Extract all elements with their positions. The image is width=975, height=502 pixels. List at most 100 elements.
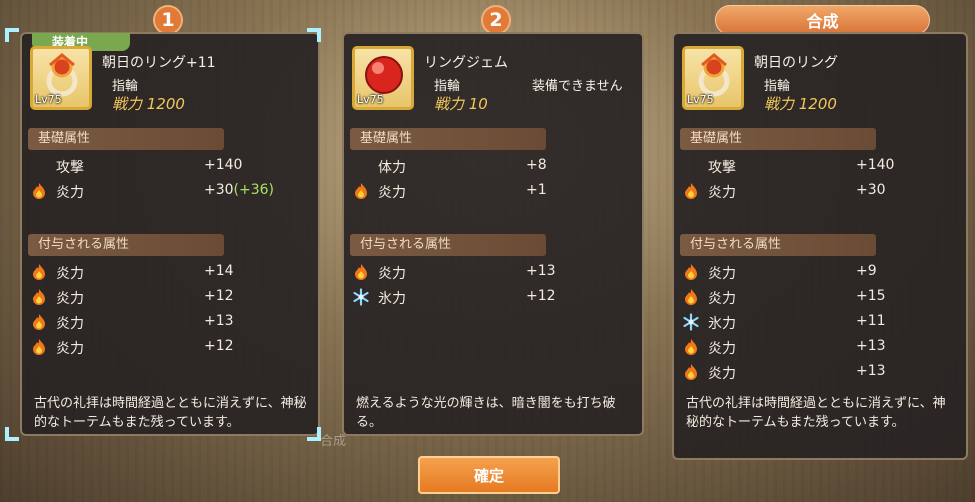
- base-attributes-list: 体力 +8 炎力 +1: [350, 154, 636, 204]
- attribute-name: 体力: [378, 160, 406, 176]
- fire-icon: [355, 264, 367, 280]
- fire-icon: [685, 183, 697, 199]
- fire-icon: [33, 289, 45, 305]
- item-panel-result[interactable]: Lv75 朝日のリング 指輪 戦力 1200 基礎属性 攻撃 +140 炎力 +…: [672, 32, 968, 460]
- attribute-value: +1: [526, 182, 547, 198]
- attribute-name: 炎力: [56, 316, 84, 332]
- fire-icon: [685, 364, 697, 380]
- item-description: 古代の礼拝は時間経過とともに消えずに、神秘的なトーテムもまた残っています。: [34, 396, 307, 430]
- attribute-name: 炎力: [708, 341, 736, 357]
- fire-icon: [33, 183, 45, 199]
- ring-icon: Lv75: [30, 46, 92, 110]
- attribute-row: 攻撃 +140: [28, 154, 312, 179]
- confirm-button[interactable]: 確定: [418, 456, 560, 494]
- attribute-name: 炎力: [56, 266, 84, 282]
- item-header: Lv75 リングジェム 指輪 装備できません 戦力 10: [352, 46, 634, 116]
- attribute-value: +13: [526, 263, 556, 279]
- attribute-value: +13: [856, 338, 886, 354]
- item-header: Lv75 朝日のリング+11 指輪 戦力 1200: [30, 46, 310, 116]
- base-attributes-header: 基礎属性: [350, 128, 546, 150]
- attribute-name: 炎力: [378, 266, 406, 282]
- attribute-value-base: +30: [204, 182, 234, 198]
- selection-corner: [5, 427, 19, 441]
- attribute-name: 炎力: [708, 266, 736, 282]
- attribute-row: 炎力 +15: [680, 285, 960, 310]
- item-level: Lv75: [687, 93, 714, 106]
- attribute-name: 氷力: [708, 316, 736, 332]
- fire-icon: [685, 289, 697, 305]
- attribute-value: +13: [204, 313, 234, 329]
- item-level: Lv75: [357, 93, 384, 106]
- attribute-value: +12: [204, 288, 234, 304]
- attribute-row: 体力 +8: [350, 154, 636, 179]
- attribute-row: 炎力 +13: [680, 360, 960, 385]
- fire-icon: [355, 183, 367, 199]
- attribute-name: 炎力: [56, 341, 84, 357]
- attribute-value: +9: [856, 263, 877, 279]
- attribute-value: +15: [856, 288, 886, 304]
- attribute-row: 攻撃 +140: [680, 154, 960, 179]
- attribute-value: +30: [856, 182, 886, 198]
- extra-attributes-list: 炎力 +14 炎力 +12 炎力 +13 炎力 +12: [28, 260, 312, 360]
- attribute-row: 炎力 +13: [350, 260, 636, 285]
- extra-attributes-header: 付与される属性: [28, 234, 224, 256]
- attribute-row: 氷力 +11: [680, 310, 960, 335]
- extra-attributes-list: 炎力 +13 氷力 +12: [350, 260, 636, 310]
- extra-attributes-list: 炎力 +9 炎力 +15 氷力 +11 炎力 +13 炎力 +13: [680, 260, 960, 385]
- selection-corner: [5, 28, 19, 42]
- attribute-row: 炎力 +13: [680, 335, 960, 360]
- base-attributes-list: 攻撃 +140 炎力 +30(+36): [28, 154, 312, 204]
- attribute-name: 炎力: [378, 185, 406, 201]
- base-attributes-header: 基礎属性: [28, 128, 224, 150]
- attribute-name: 炎力: [56, 185, 84, 201]
- attribute-value: +11: [856, 313, 886, 329]
- item-description: 燃えるような光の輝きは、暗き闇をも打ち破る。: [356, 396, 616, 430]
- item-panel-equipped[interactable]: 装着中 Lv75 朝日のリング+11 指輪 戦力 1200 基礎属性 攻撃 +1…: [20, 32, 320, 436]
- synthesis-result-tab: 合成: [715, 5, 930, 35]
- attribute-value: +12: [204, 338, 234, 354]
- selection-corner: [307, 427, 321, 441]
- item-description: 古代の礼拝は時間経過とともに消えずに、神秘的なトーテムもまた残っています。: [686, 396, 946, 430]
- attribute-row: 氷力 +12: [350, 285, 636, 310]
- base-attributes-list: 攻撃 +140 炎力 +30: [680, 154, 960, 204]
- attribute-name: 氷力: [378, 291, 406, 307]
- attribute-name: 炎力: [708, 185, 736, 201]
- attribute-name: 攻撃: [56, 160, 84, 176]
- attribute-name: 炎力: [708, 366, 736, 382]
- fire-icon: [685, 339, 697, 355]
- attribute-row: 炎力 +1: [350, 179, 636, 204]
- item-power: 戦力 1200: [764, 95, 837, 113]
- fire-icon: [685, 264, 697, 280]
- item-type: 指輪: [764, 79, 791, 94]
- attribute-name: 炎力: [56, 291, 84, 307]
- attribute-value: +12: [526, 288, 556, 304]
- attribute-value: +13: [856, 363, 886, 379]
- attribute-row: 炎力 +30: [680, 179, 960, 204]
- item-name: リングジェム: [424, 55, 508, 71]
- attribute-row: 炎力 +13: [28, 310, 312, 335]
- attribute-value: +14: [204, 263, 234, 279]
- extra-attributes-header: 付与される属性: [350, 234, 546, 256]
- item-power: 戦力 10: [434, 95, 488, 113]
- equip-restriction: 装備できません: [532, 79, 623, 94]
- slot-1-badge: 1: [153, 5, 183, 35]
- item-header: Lv75 朝日のリング 指輪 戦力 1200: [682, 46, 958, 116]
- selection-corner: [307, 28, 321, 42]
- fire-icon: [33, 264, 45, 280]
- attribute-row: 炎力 +14: [28, 260, 312, 285]
- ice-icon: [683, 313, 699, 331]
- item-name: 朝日のリング+11: [102, 55, 216, 71]
- item-type: 指輪: [112, 79, 139, 94]
- attribute-row: 炎力 +12: [28, 335, 312, 360]
- item-type: 指輪: [434, 79, 461, 94]
- attribute-row: 炎力 +30(+36): [28, 179, 312, 204]
- attribute-row: 炎力 +9: [680, 260, 960, 285]
- item-panel-material[interactable]: Lv75 リングジェム 指輪 装備できません 戦力 10 基礎属性 体力 +8 …: [342, 32, 644, 436]
- slot-2-badge: 2: [481, 5, 511, 35]
- extra-attributes-header: 付与される属性: [680, 234, 876, 256]
- base-attributes-header: 基礎属性: [680, 128, 876, 150]
- fire-icon: [33, 314, 45, 330]
- fire-icon: [33, 339, 45, 355]
- attribute-value: +30(+36): [204, 182, 274, 198]
- item-name: 朝日のリング: [754, 55, 838, 71]
